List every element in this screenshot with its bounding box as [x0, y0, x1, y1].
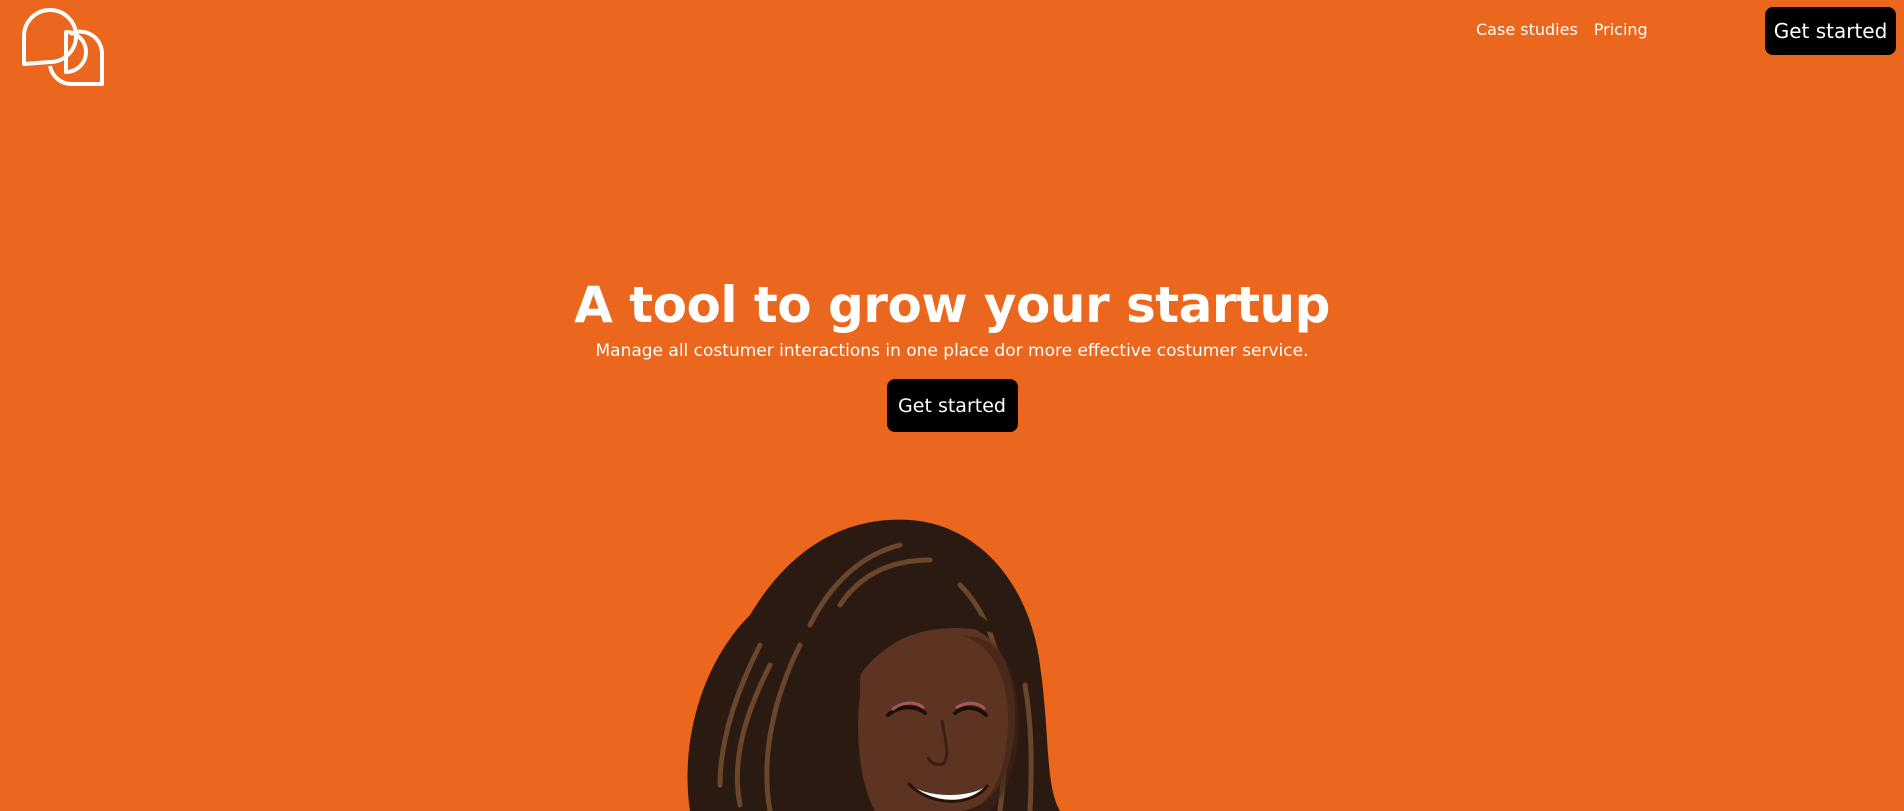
- hero-section: A tool to grow your startup Manage all c…: [0, 275, 1904, 432]
- hero-get-started-button[interactable]: Get started: [886, 379, 1018, 432]
- hero-subtitle: Manage all costumer interactions in one …: [595, 341, 1309, 361]
- header-get-started-button[interactable]: Get started: [1765, 7, 1896, 55]
- main-nav: Case studies Pricing: [1476, 20, 1648, 39]
- hero-portrait-image: [687, 519, 1060, 811]
- nav-link-case-studies[interactable]: Case studies: [1476, 20, 1578, 39]
- nav-link-pricing[interactable]: Pricing: [1594, 20, 1648, 39]
- chat-bubbles-logo-icon[interactable]: [20, 6, 106, 86]
- hero-title: A tool to grow your startup: [574, 276, 1330, 334]
